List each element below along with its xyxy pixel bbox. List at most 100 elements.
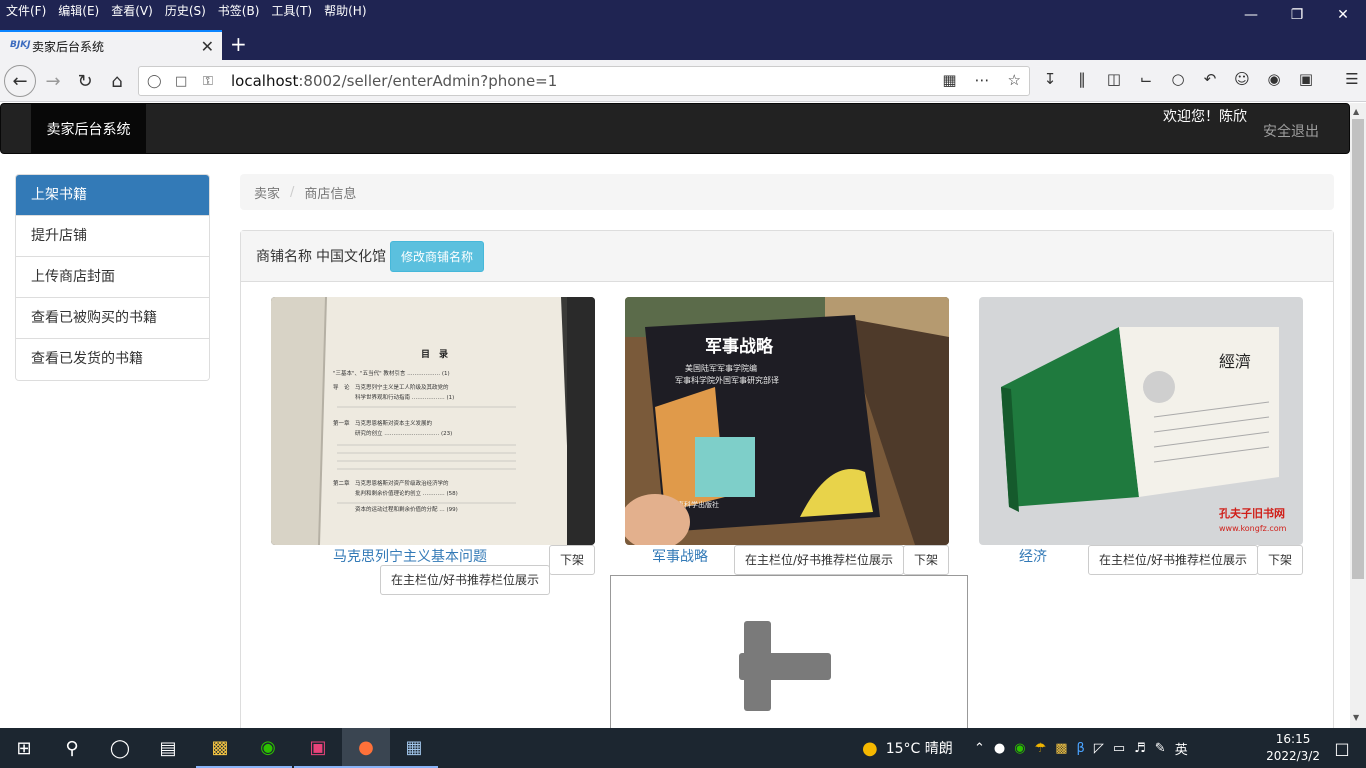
page-scrollbar[interactable]: ▲ ▼ <box>1350 103 1366 728</box>
menu-view[interactable]: 查看(V) <box>111 2 153 19</box>
volume-icon[interactable]: ♬ <box>1134 741 1146 756</box>
breadcrumb-seller[interactable]: 卖家 <box>254 183 280 202</box>
scroll-up-icon[interactable]: ▲ <box>1353 107 1359 116</box>
book-cover-image[interactable]: 經濟 孔夫子旧书网 www.kongfz.com <box>979 297 1303 545</box>
search-icon[interactable]: ⚲ <box>48 728 96 768</box>
clock-date: 2022/3/2 <box>1266 749 1320 763</box>
chat-icon[interactable]: ○ <box>1168 70 1188 88</box>
notification-icon[interactable]: □ <box>1318 728 1366 768</box>
menu-edit[interactable]: 编辑(E) <box>58 2 99 19</box>
add-book-tile[interactable] <box>610 575 968 728</box>
url-text[interactable]: localhost:8002/seller/enterAdmin?phone=1 <box>231 72 557 90</box>
menu-icon[interactable]: ☰ <box>1342 70 1362 88</box>
menu-help[interactable]: 帮助(H) <box>324 2 366 19</box>
more-icon[interactable]: ⋯ <box>975 71 990 89</box>
book3-cover-title: 經濟 <box>1219 352 1251 371</box>
feature-book-button[interactable]: 在主栏位/好书推荐栏位展示 <box>734 545 905 575</box>
remove-book-button[interactable]: 下架 <box>549 545 596 575</box>
sidebar-item-list-books[interactable]: 上架书籍 <box>16 175 209 216</box>
url-host: localhost <box>231 72 299 90</box>
feature-book-button[interactable]: 在主栏位/好书推荐栏位展示 <box>1088 545 1259 575</box>
scrollbar-thumb[interactable] <box>1352 119 1364 579</box>
sidebar-item-purchased-books[interactable]: 查看已被购买的书籍 <box>16 298 209 339</box>
intellij-icon[interactable]: ▣ <box>294 728 342 768</box>
close-tab-icon[interactable]: ✕ <box>201 37 214 56</box>
remove-book-button[interactable]: 下架 <box>1257 545 1304 575</box>
ime-indicator[interactable]: 英 <box>1175 739 1188 758</box>
app-window-icon[interactable]: ▦ <box>390 728 438 768</box>
extension-icon[interactable]: ◉ <box>1264 70 1284 88</box>
library-icon[interactable]: ‖ <box>1072 70 1092 88</box>
breadcrumb-shop-info: 商店信息 <box>304 186 357 202</box>
menu-list: 文件(F) 编辑(E) 查看(V) 历史(S) 书签(B) 工具(T) 帮助(H… <box>6 2 367 19</box>
cortana-icon[interactable]: ◯ <box>96 728 144 768</box>
address-bar[interactable]: ◯ □ ⚿ localhost:8002/seller/enterAdmin?p… <box>138 66 1030 96</box>
minimize-button[interactable]: — <box>1228 0 1274 30</box>
selenium-icon[interactable]: ▣ <box>1296 70 1316 88</box>
tray-chevron-icon[interactable]: ⌃ <box>974 741 985 756</box>
windows-start-icon[interactable]: ⊞ <box>0 728 48 768</box>
book-card: 經濟 孔夫子旧书网 www.kongfz.com 经济 在主栏位/好书推荐栏位展… <box>979 297 1304 575</box>
book-title-link[interactable]: 军事战略 <box>652 546 708 566</box>
undo-icon[interactable]: ↶ <box>1200 70 1220 88</box>
book1-page-line: 第二章 马克思恩格斯对资产阶级政治经济学的 <box>333 479 449 487</box>
account-icon[interactable]: ☺ <box>1232 70 1252 88</box>
bluetooth-icon[interactable]: β <box>1077 741 1085 756</box>
book-cover-image[interactable]: 目 录 "三基本"、"五当代" 教材引言 ……………… (1) 导 论 马克思列… <box>271 297 595 545</box>
logout-link[interactable]: 安全退出 <box>1263 121 1319 141</box>
remove-book-button[interactable]: 下架 <box>903 545 950 575</box>
book-title-link[interactable]: 马克思列宁主义基本问题 <box>333 546 487 566</box>
browser-tab[interactable]: BJKJ 卖家后台系统 ✕ <box>0 30 222 60</box>
watermark-url: www.kongfz.com <box>1219 524 1287 533</box>
sidebar-item-promote-shop[interactable]: 提升店铺 <box>16 216 209 257</box>
sidebar-item-upload-cover[interactable]: 上传商店封面 <box>16 257 209 298</box>
scroll-down-icon[interactable]: ▼ <box>1353 713 1359 722</box>
reload-icon[interactable]: ↻ <box>70 66 100 96</box>
sidebar-item-shipped-books[interactable]: 查看已发货的书籍 <box>16 339 209 380</box>
edit-shop-name-button[interactable]: 修改商铺名称 <box>390 240 485 272</box>
sidebar-icon[interactable]: ◫ <box>1104 70 1124 88</box>
book1-page-line: "三基本"、"五当代" 教材引言 ……………… (1) <box>333 369 450 377</box>
back-icon[interactable]: ← <box>4 65 36 97</box>
bookmark-star-icon[interactable]: ☆ <box>1008 71 1021 89</box>
forward-icon[interactable]: → <box>38 66 68 96</box>
task-view-icon[interactable]: ▤ <box>144 728 192 768</box>
breadcrumb-separator: / <box>290 184 295 200</box>
download-icon[interactable]: ↧ <box>1040 70 1060 88</box>
qq-icon[interactable]: ● <box>994 741 1005 756</box>
brand-link[interactable]: 卖家后台系统 <box>31 104 146 154</box>
pen-icon[interactable]: ✎ <box>1155 741 1166 756</box>
home-icon[interactable]: ⌂ <box>102 66 132 96</box>
taskbar-clock[interactable]: 16:15 2022/3/2 <box>1266 731 1320 765</box>
menu-file[interactable]: 文件(F) <box>6 2 46 19</box>
restore-button[interactable]: ❐ <box>1274 0 1320 30</box>
network-icon[interactable]: ◸ <box>1094 741 1104 756</box>
qr-code-icon[interactable]: ▦ <box>942 71 956 89</box>
windows-taskbar: ⊞ ⚲ ◯ ▤ ▩ ◉ ▣ ● ▦ ● 15°C 晴朗 ⌃ ● ◉ ☂ ▩ β … <box>0 728 1366 768</box>
new-tab-icon[interactable]: + <box>230 32 247 56</box>
firefox-icon[interactable]: ● <box>342 728 390 768</box>
url-path: :8002/seller/enterAdmin?phone=1 <box>298 72 558 90</box>
feature-book-button[interactable]: 在主栏位/好书推荐栏位展示 <box>380 565 551 595</box>
menu-bookmarks[interactable]: 书签(B) <box>218 2 260 19</box>
weather-text: 15°C 晴朗 <box>885 741 953 757</box>
battery-icon[interactable]: ▭ <box>1113 741 1125 756</box>
crop-icon[interactable]: ⌙ <box>1136 70 1156 88</box>
breadcrumb: 卖家 / 商店信息 <box>240 174 1334 210</box>
wechat-icon[interactable]: ◉ <box>244 728 292 768</box>
folder-tray-icon[interactable]: ▩ <box>1055 741 1067 756</box>
menu-history[interactable]: 历史(S) <box>165 2 206 19</box>
book-cover-image[interactable]: 军事战略 美国陆军军事学院编 军事科学院外国军事研究部译 军事科学出版社 <box>625 297 949 545</box>
security-shield-icon[interactable]: ☂ <box>1035 741 1047 756</box>
close-window-button[interactable]: ✕ <box>1320 0 1366 30</box>
shield-icon[interactable]: ◯ <box>147 74 167 89</box>
book-title-link[interactable]: 经济 <box>1019 546 1047 566</box>
wechat-tray-icon[interactable]: ◉ <box>1014 741 1025 756</box>
file-explorer-icon[interactable]: ▩ <box>196 728 244 768</box>
menu-tools[interactable]: 工具(T) <box>271 2 312 19</box>
book1-page-line: 研究的创立 ………………………… (23) <box>333 429 452 437</box>
key-icon[interactable]: ⚿ <box>203 74 223 89</box>
weather-widget[interactable]: ● 15°C 晴朗 <box>862 728 953 768</box>
toolbar-icons: ↧ ‖ ◫ ⌙ ○ ↶ ☺ ◉ ▣ ☰ <box>1040 70 1362 88</box>
plus-icon <box>739 653 831 680</box>
